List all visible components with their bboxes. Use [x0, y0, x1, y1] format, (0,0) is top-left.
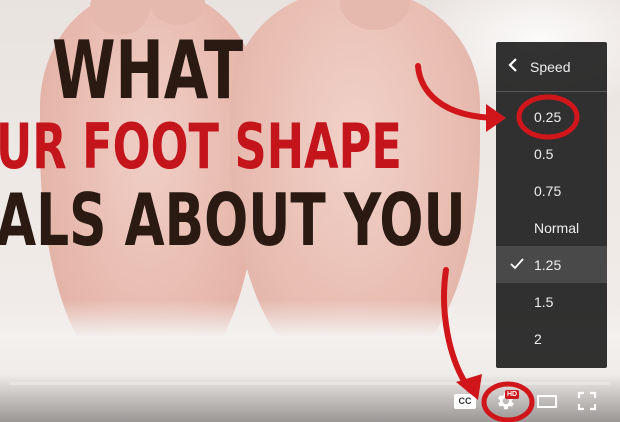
theater-icon [537, 394, 557, 408]
player-control-bar: CC HD [0, 374, 620, 422]
speed-menu: Speed 0.25 0.5 0.75 Normal 1.25 1.5 2 [496, 42, 607, 368]
speed-menu-title: Speed [530, 58, 571, 75]
speed-option-label: 1.5 [534, 293, 554, 310]
speed-option-label: 0.25 [534, 108, 562, 125]
headline-line-1: WHAT [52, 24, 244, 117]
hd-badge: HD [505, 390, 520, 399]
settings-button[interactable]: HD [490, 388, 520, 414]
speed-option-0.25[interactable]: 0.25 [496, 98, 607, 135]
speed-option-0.75[interactable]: 0.75 [496, 172, 607, 209]
speed-option-0.5[interactable]: 0.5 [496, 135, 607, 172]
headline-line-3: ALS ABOUT YOU [0, 178, 466, 262]
speed-option-2[interactable]: 2 [496, 320, 607, 357]
checkmark-icon [510, 257, 524, 273]
theater-mode-button[interactable] [532, 388, 562, 414]
captions-button[interactable]: CC [450, 388, 480, 414]
chevron-left-icon [508, 56, 518, 77]
speed-option-label: 0.5 [534, 145, 554, 162]
speed-option-label: 1.25 [534, 256, 562, 273]
fullscreen-button[interactable] [572, 388, 602, 414]
progress-bar[interactable] [10, 382, 610, 385]
headline-line-2: UR FOOT SHAPE [0, 110, 402, 183]
cc-icon: CC [454, 393, 476, 409]
fullscreen-icon [577, 391, 597, 411]
speed-option-normal[interactable]: Normal [496, 209, 607, 246]
speed-options-list: 0.25 0.5 0.75 Normal 1.25 1.5 2 [496, 92, 607, 357]
speed-option-label: 0.75 [534, 182, 562, 199]
speed-option-1.5[interactable]: 1.5 [496, 283, 607, 320]
speed-option-label: 2 [534, 330, 542, 347]
speed-option-1.25[interactable]: 1.25 [496, 246, 607, 283]
speed-menu-header[interactable]: Speed [496, 42, 607, 92]
speed-option-label: Normal [534, 219, 580, 236]
